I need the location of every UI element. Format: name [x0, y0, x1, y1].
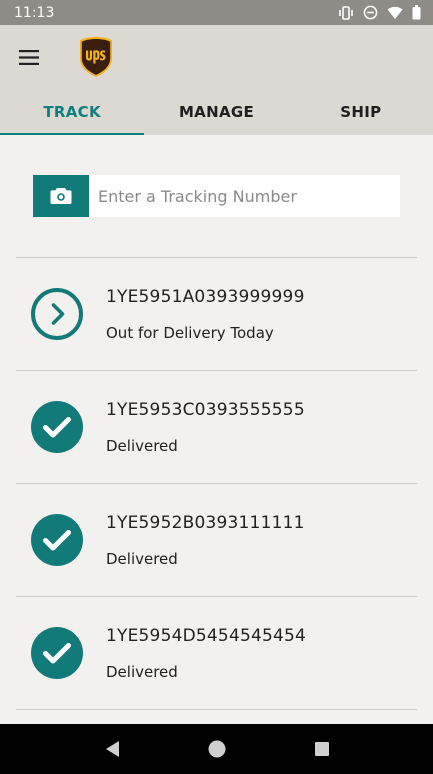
check-circle-icon — [31, 401, 83, 453]
wifi-icon — [387, 6, 403, 19]
tab-ship[interactable]: SHIP — [289, 89, 433, 135]
check-circle-icon — [31, 514, 83, 566]
package-status: Delivered — [106, 662, 178, 681]
battery-icon — [412, 5, 421, 20]
tracking-number-input[interactable] — [89, 175, 400, 217]
tracking-number: 1YE5952B0393111111 — [106, 512, 305, 533]
menu-button[interactable] — [0, 28, 58, 86]
status-time: 11:13 — [14, 4, 55, 21]
tracking-number: 1YE5954D5454545454 — [106, 625, 307, 646]
back-icon[interactable] — [103, 740, 121, 758]
chevron-circle-icon — [31, 288, 83, 340]
package-list: 1YE5951A0393999999 Out for Delivery Toda… — [16, 257, 417, 710]
camera-icon — [50, 188, 72, 204]
package-details: 1YE5954D5454545454 Delivered — [106, 626, 306, 681]
package-status: Delivered — [106, 436, 178, 455]
status-bar: 11:13 — [0, 0, 433, 25]
tracking-number: 1YE5953C0393555555 — [106, 399, 305, 420]
package-status: Delivered — [106, 549, 178, 568]
recents-icon[interactable] — [314, 741, 330, 757]
package-details: 1YE5951A0393999999 Out for Delivery Toda… — [106, 287, 305, 342]
ups-logo — [80, 37, 112, 77]
package-details: 1YE5952B0393111111 Delivered — [106, 513, 305, 568]
package-details: 1YE5953C0393555555 Delivered — [106, 400, 305, 455]
package-item[interactable]: 1YE5954D5454545454 Delivered — [16, 597, 417, 710]
tab-track[interactable]: TRACK — [0, 89, 145, 135]
tab-bar: TRACK MANAGE SHIP — [0, 89, 433, 135]
package-item[interactable]: 1YE5953C0393555555 Delivered — [16, 371, 417, 484]
tracking-search — [33, 175, 400, 217]
package-item[interactable]: 1YE5952B0393111111 Delivered — [16, 484, 417, 597]
status-icons — [338, 5, 421, 21]
app-bar — [0, 25, 433, 89]
vibrate-icon — [339, 5, 353, 20]
home-icon[interactable] — [207, 739, 227, 759]
do-not-disturb-icon — [363, 5, 378, 20]
check-circle-icon — [31, 627, 83, 679]
camera-scan-button[interactable] — [33, 175, 89, 217]
menu-icon — [19, 49, 39, 65]
tab-manage[interactable]: MANAGE — [144, 89, 288, 135]
tracking-number: 1YE5951A0393999999 — [106, 286, 305, 307]
package-status: Out for Delivery Today — [106, 323, 274, 342]
system-nav-bar — [0, 724, 433, 774]
package-item[interactable]: 1YE5951A0393999999 Out for Delivery Toda… — [16, 258, 417, 371]
